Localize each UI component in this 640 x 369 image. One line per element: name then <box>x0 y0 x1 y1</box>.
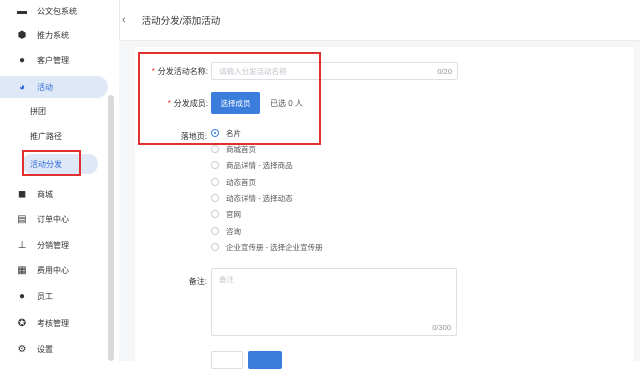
radio[interactable] <box>211 194 219 202</box>
sidebar-item-label: 订单中心 <box>37 214 69 224</box>
clipboard-icon: ▤ <box>17 213 27 225</box>
radio[interactable] <box>211 210 219 218</box>
landing-option-label: 企业宣传册 - 选择企业宣传册 <box>226 242 323 252</box>
required-asterisk: * <box>167 99 171 108</box>
activity-name-counter: 0/20 <box>437 66 452 76</box>
submit-button[interactable] <box>248 351 282 369</box>
sidebar-subitem-group-buy[interactable]: 拼团 <box>30 101 46 121</box>
radio[interactable] <box>211 161 219 169</box>
select-members-button[interactable]: 选择成员 <box>211 92 260 114</box>
landing-option-label: 名片 <box>226 128 241 138</box>
sidebar-item-label: 商城 <box>37 189 53 199</box>
hexagon-icon: ⬢ <box>17 29 27 41</box>
remark-textarea[interactable]: 备注 0/300 <box>211 268 457 336</box>
sidebar-item-staff[interactable]: ● 员工 <box>0 285 53 307</box>
pie-chart-icon: ◕ <box>18 81 26 93</box>
briefcase-icon: ▬ <box>17 5 27 17</box>
sidebar-item-label: 分销管理 <box>37 240 69 250</box>
sidebar-item-label: 推力系统 <box>37 30 69 40</box>
landing-option-official-site[interactable]: 官网 <box>211 208 241 220</box>
sidebar-item-distribution-management[interactable]: ⊥ 分销管理 <box>0 234 69 256</box>
landing-page-label: 落地页: <box>180 132 207 141</box>
sidebar-item-label: 考核管理 <box>37 318 69 328</box>
sidebar-item-expense-center[interactable]: ▦ 费用中心 <box>0 259 69 281</box>
landing-option-label: 官网 <box>226 209 241 219</box>
sidebar-item-settings[interactable]: ⚙ 设置 <box>0 338 53 360</box>
landing-option-label: 动态详情 - 选择动态 <box>226 193 293 203</box>
landing-option-label: 商品详情 - 选择商品 <box>226 160 293 170</box>
sidebar-item-label: 公文包系统 <box>37 6 77 16</box>
sidebar-item-label: 客户管理 <box>37 55 69 65</box>
sidebar-item-push-system[interactable]: ⬢ 推力系统 <box>0 24 69 46</box>
activity-name-label: * 分发活动名称: <box>140 66 208 77</box>
cancel-button[interactable] <box>211 351 243 369</box>
sidebar-item-label: 员工 <box>37 291 53 301</box>
landing-option-brochure[interactable]: 企业宣传册 - 选择企业宣传册 <box>211 241 323 253</box>
landing-option-label: 咨询 <box>226 226 241 236</box>
sidebar-subitem-promotion-path[interactable]: 推广路径 <box>30 126 62 146</box>
sidebar-item-label: 活动 <box>37 82 53 92</box>
user-icon: ● <box>18 54 26 66</box>
sidebar-item-customer-management[interactable]: ● 客户管理 <box>0 49 69 71</box>
selected-members-count: 已选 0 人 <box>270 99 303 108</box>
activity-name-placeholder: 请输入分发活动名称 <box>219 66 287 76</box>
landing-option-label: 商城首页 <box>226 144 256 154</box>
shopping-bag-icon: ◼ <box>17 188 27 200</box>
store-icon: ▦ <box>17 264 27 276</box>
landing-option-label: 动态首页 <box>226 177 256 187</box>
sidebar-item-assessment[interactable]: ✪ 考核管理 <box>0 312 69 334</box>
remark-placeholder: 备注 <box>219 275 234 284</box>
badge-icon: ✪ <box>17 317 27 329</box>
radio[interactable] <box>211 178 219 186</box>
sidebar-item-label: 费用中心 <box>37 265 69 275</box>
radio-checked[interactable] <box>211 129 219 137</box>
sidebar-item-order-center[interactable]: ▤ 订单中心 <box>0 208 69 230</box>
activity-name-input[interactable]: 请输入分发活动名称 0/20 <box>211 62 458 80</box>
sidebar-subitem-label: 推广路径 <box>30 131 62 141</box>
landing-option-business-card[interactable]: 名片 <box>211 127 241 139</box>
radio[interactable] <box>211 243 219 251</box>
sidebar-item-activity[interactable]: ◕ 活动 <box>0 76 108 98</box>
remark-label: 备注: <box>188 277 207 286</box>
sidebar-subitem-label: 拼团 <box>30 106 46 116</box>
landing-option-feed-detail[interactable]: 动态详情 - 选择动态 <box>211 192 293 204</box>
landing-option-feed-home[interactable]: 动态首页 <box>211 176 256 188</box>
sidebar-item-mall[interactable]: ◼ 商城 <box>0 183 53 205</box>
landing-option-mall-home[interactable]: 商城首页 <box>211 143 256 155</box>
person-icon: ● <box>18 290 26 302</box>
landing-option-product-detail[interactable]: 商品详情 - 选择商品 <box>211 159 293 171</box>
radio[interactable] <box>211 145 219 153</box>
sidebar-item-label: 设置 <box>37 344 53 354</box>
members-label: * 分发成员: <box>140 98 208 109</box>
required-asterisk: * <box>151 67 155 76</box>
sidebar-subitem-label: 活动分发 <box>30 159 62 169</box>
page-header: ‹ 活动分发/添加活动 <box>119 0 640 41</box>
radio[interactable] <box>211 227 219 235</box>
activity-name-label-text: 分发活动名称: <box>157 67 208 76</box>
sidebar-item-briefcase-system[interactable]: ▬ 公文包系统 <box>0 0 77 22</box>
members-label-text: 分发成员: <box>173 99 208 108</box>
sidebar-scrollbar[interactable] <box>108 95 114 361</box>
sidebar: ▬ 公文包系统 ⬢ 推力系统 ● 客户管理 ◕ 活动 拼团 推广路径 活动分发 … <box>0 0 120 361</box>
remark-counter: 0/300 <box>432 323 451 332</box>
gear-icon: ⚙ <box>17 343 27 355</box>
collapse-chevron-icon[interactable]: ‹ <box>122 14 126 26</box>
hierarchy-icon: ⊥ <box>17 239 27 251</box>
landing-option-consult[interactable]: 咨询 <box>211 225 241 237</box>
breadcrumb: 活动分发/添加活动 <box>141 16 221 27</box>
sidebar-subitem-activity-distribution[interactable]: 活动分发 <box>22 154 98 174</box>
